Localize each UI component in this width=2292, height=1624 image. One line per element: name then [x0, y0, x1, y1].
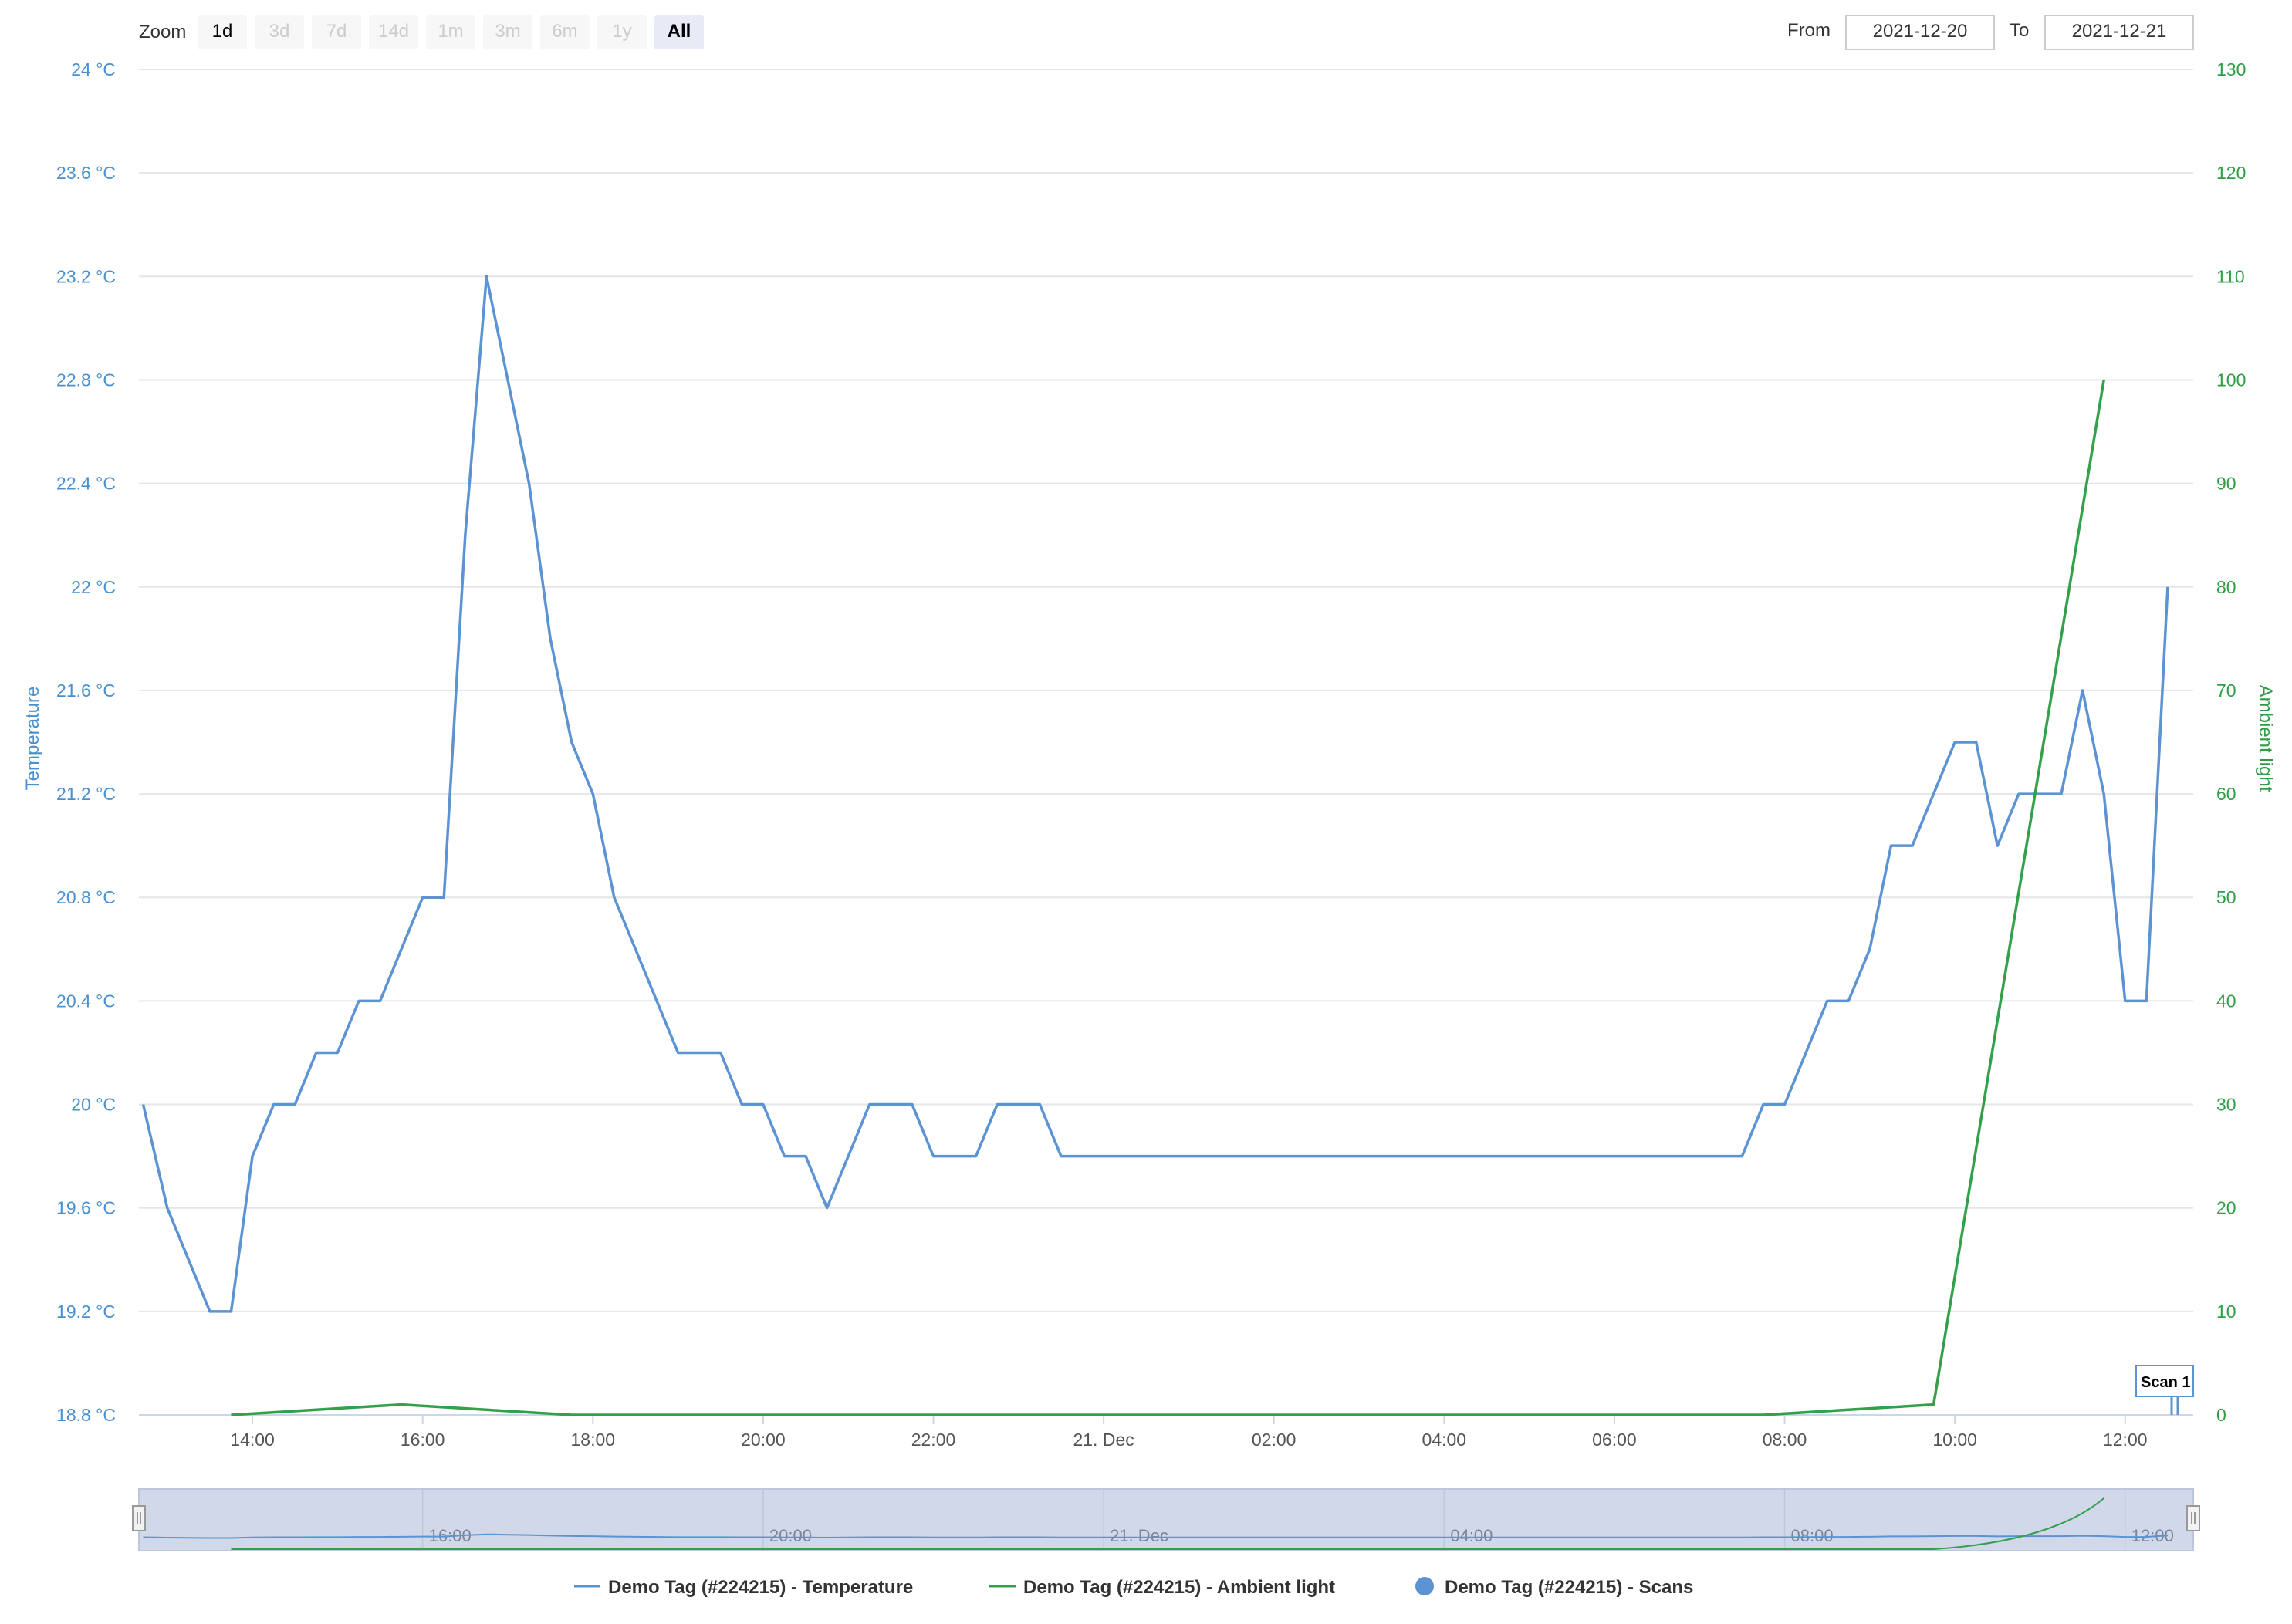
- from-date-value: 2021-12-20: [1873, 21, 1968, 42]
- navigator-tick-label: 04:00: [1450, 1526, 1493, 1545]
- legend: Demo Tag (#224215) - Temperature Demo Ta…: [574, 1577, 1693, 1598]
- y-right-tick-label: 0: [2216, 1405, 2226, 1425]
- to-date-value: 2021-12-21: [2072, 21, 2167, 42]
- legend-ambient-label: Demo Tag (#224215) - Ambient light: [1023, 1577, 1335, 1598]
- navigator[interactable]: 16:00 20:00 21. Dec 04:00 08:00 12:00: [132, 1488, 2200, 1551]
- y-left-tick-label: 20 °C: [71, 1095, 116, 1115]
- y-left-tick-label: 22.4 °C: [56, 474, 116, 494]
- zoom-buttons: 1d 3d 7d 14d 1m 3m 6m 1y All: [198, 15, 704, 49]
- y-right-tick-label: 130: [2216, 59, 2246, 79]
- y-left-tick-label: 20.8 °C: [56, 887, 116, 907]
- y-left-tick-label: 19.2 °C: [56, 1302, 116, 1322]
- x-tick-label: 18:00: [571, 1430, 616, 1450]
- grid-lines: [139, 69, 2193, 1416]
- legend-item-ambient-light[interactable]: Demo Tag (#224215) - Ambient light: [989, 1577, 1335, 1598]
- chart-container: Zoom 1d 3d 7d 14d 1m 3m 6m 1y All From 2021-12-2…: [0, 0, 2292, 1620]
- legend-scans-label: Demo Tag (#224215) - Scans: [1445, 1577, 1693, 1598]
- y-left-tick-label: 18.8 °C: [56, 1405, 116, 1425]
- y-left-tick-label: 22 °C: [71, 577, 116, 597]
- zoom-button-label: 1y: [612, 21, 631, 42]
- x-tick-label: 20:00: [741, 1430, 786, 1450]
- navigator-handle-left[interactable]: [132, 1505, 146, 1531]
- from-date-input[interactable]: 2021-12-20: [1845, 15, 1995, 50]
- zoom-button-label: 1m: [438, 21, 463, 42]
- y-left-tick-label: 21.6 °C: [56, 680, 116, 701]
- zoom-button-label: 3d: [269, 21, 290, 42]
- zoom-button-14d[interactable]: 14d: [369, 15, 418, 49]
- x-tick-label: 12:00: [2103, 1430, 2148, 1450]
- x-tick-label: 21. Dec: [1073, 1430, 1134, 1450]
- x-tick-label: 14:00: [230, 1430, 275, 1450]
- legend-scans-swatch: [1415, 1577, 1434, 1595]
- scan-flag[interactable]: Scan 1: [2135, 1365, 2194, 1415]
- zoom-button-3m[interactable]: 3m: [483, 15, 532, 49]
- navigator-handle-right[interactable]: [2186, 1505, 2200, 1531]
- zoom-button-label: 7d: [326, 21, 347, 42]
- y-right-tick-label: 120: [2216, 163, 2246, 183]
- navigator-tick-label: 21. Dec: [1110, 1526, 1168, 1545]
- y-right-tick-label: 90: [2216, 474, 2236, 494]
- y-axis-left-ticks: 18.8 °C 19.2 °C 19.6 °C 20 °C 20.4 °C 20.8 °C…: [56, 59, 116, 1425]
- x-tick-label: 16:00: [401, 1430, 445, 1450]
- y-right-tick-label: 110: [2216, 266, 2245, 286]
- scan-flag-label: Scan 1: [2141, 1374, 2190, 1391]
- zoom-button-1d[interactable]: 1d: [198, 15, 247, 49]
- legend-temperature-label: Demo Tag (#224215) - Temperature: [608, 1577, 913, 1598]
- y-left-tick-label: 19.6 °C: [56, 1198, 116, 1218]
- navigator-tick-label: 20:00: [769, 1526, 812, 1545]
- zoom-button-7d[interactable]: 7d: [312, 15, 361, 49]
- to-label: To: [2010, 20, 2029, 41]
- y-axis-left-title: Temperature: [22, 687, 43, 791]
- y-left-tick-label: 24 °C: [71, 59, 116, 79]
- x-tick-label: 10:00: [1932, 1430, 1977, 1450]
- zoom-button-3d[interactable]: 3d: [255, 15, 304, 49]
- zoom-button-label: 14d: [378, 21, 409, 42]
- zoom-button-6m[interactable]: 6m: [540, 15, 590, 49]
- chart-svg: Zoom 1d 3d 7d 14d 1m 3m 6m 1y All From 2021-12-2…: [22, 15, 2276, 1598]
- y-right-tick-label: 40: [2216, 991, 2236, 1011]
- zoom-label: Zoom: [139, 22, 186, 42]
- x-tick-label: 08:00: [1763, 1430, 1807, 1450]
- legend-item-scans[interactable]: Demo Tag (#224215) - Scans: [1415, 1577, 1693, 1598]
- zoom-selector: Zoom 1d 3d 7d 14d 1m 3m 6m 1y All: [139, 15, 704, 49]
- y-left-tick-label: 21.2 °C: [56, 784, 116, 804]
- y-right-tick-label: 60: [2216, 784, 2236, 804]
- legend-item-temperature[interactable]: Demo Tag (#224215) - Temperature: [574, 1577, 913, 1598]
- y-right-tick-label: 100: [2216, 370, 2246, 390]
- zoom-button-1m[interactable]: 1m: [426, 15, 475, 49]
- zoom-button-1y[interactable]: 1y: [597, 15, 647, 49]
- zoom-button-all[interactable]: All: [654, 15, 704, 49]
- y-left-tick-label: 20.4 °C: [56, 991, 116, 1011]
- x-tick-label: 04:00: [1422, 1430, 1467, 1450]
- to-date-input[interactable]: 2021-12-21: [2044, 15, 2194, 50]
- y-right-tick-label: 20: [2216, 1198, 2236, 1218]
- series-layer: [141, 275, 2169, 1416]
- y-axis-right-ticks: 0 10 20 30 40 50 60 70 80 90 100 110 120 130: [2216, 59, 2246, 1425]
- y-right-tick-label: 30: [2216, 1095, 2236, 1115]
- x-axis-ticks: 14:00 16:00 18:00 20:00 22:00 21. Dec 02:00 04:…: [230, 1415, 2148, 1450]
- zoom-button-label: 1d: [212, 21, 233, 42]
- zoom-button-label: All: [668, 21, 691, 42]
- y-left-tick-label: 23.6 °C: [56, 163, 116, 183]
- navigator-tick-label: 08:00: [1791, 1526, 1834, 1545]
- date-range: From 2021-12-20 To 2021-12-21: [1787, 15, 2194, 50]
- y-axis-right-title: Ambient light: [2255, 685, 2276, 792]
- x-tick-label: 06:00: [1592, 1430, 1637, 1450]
- y-left-tick-label: 22.8 °C: [56, 370, 116, 390]
- from-label: From: [1787, 20, 1831, 41]
- y-right-tick-label: 10: [2216, 1302, 2236, 1322]
- y-left-tick-label: 23.2 °C: [56, 266, 116, 286]
- zoom-button-label: 3m: [495, 21, 520, 42]
- y-right-tick-label: 80: [2216, 577, 2236, 597]
- y-right-tick-label: 50: [2216, 887, 2236, 907]
- x-tick-label: 22:00: [911, 1430, 956, 1450]
- y-right-tick-label: 70: [2216, 680, 2236, 701]
- zoom-button-label: 6m: [552, 21, 577, 42]
- x-tick-label: 02:00: [1252, 1430, 1296, 1450]
